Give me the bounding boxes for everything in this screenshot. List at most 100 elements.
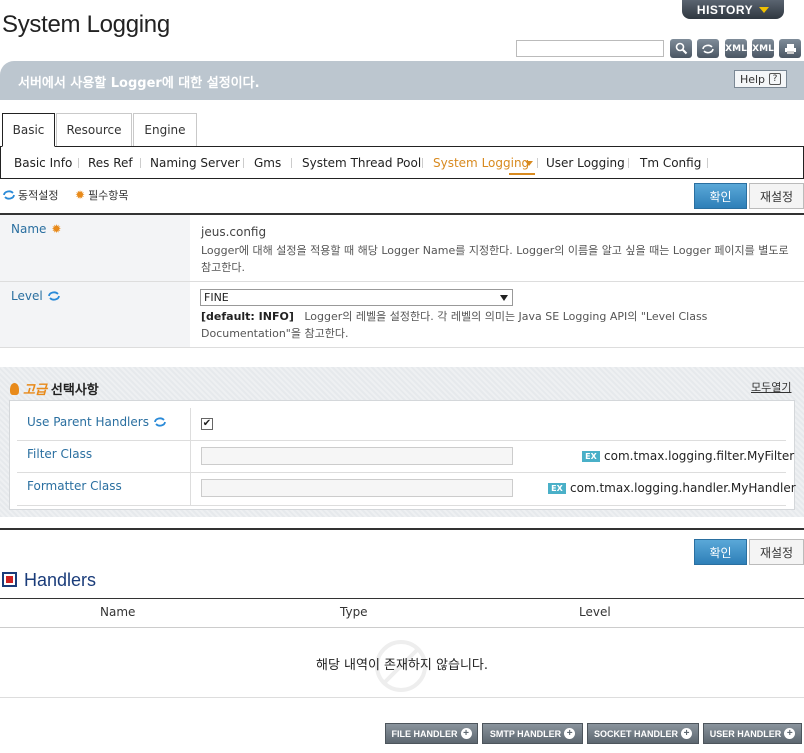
subnav-divider <box>291 158 292 168</box>
search-input[interactable] <box>516 40 664 57</box>
column-header-type: Type <box>340 605 368 619</box>
subnav-item-system-logging[interactable]: System Logging <box>433 156 529 170</box>
chevron-down-icon <box>500 294 508 301</box>
level-select[interactable]: FINE <box>200 289 513 306</box>
subnav-divider <box>707 158 708 168</box>
empty-state-message: 해당 내역이 존재하지 않습니다. <box>315 658 488 673</box>
add-socket-handler-button[interactable]: SOCKET HANDLER + <box>587 723 699 744</box>
reset-button-bottom[interactable]: 재설정 <box>749 539 804 565</box>
column-divider <box>190 408 191 440</box>
page-description: 서버에서 사용할 Logger에 대한 설정이다. <box>18 76 260 91</box>
add-icon: + <box>564 728 576 739</box>
add-smtp-handler-button[interactable]: SMTP HANDLER + <box>482 723 583 744</box>
xml-export-button[interactable]: XML <box>725 39 747 58</box>
level-selected-value: FINE <box>204 291 229 304</box>
help-button[interactable]: Help ? <box>734 70 787 88</box>
advanced-title-rest: 선택사항 <box>50 383 99 398</box>
tab-basic[interactable]: Basic <box>2 113 55 147</box>
legend-required: ✹ 필수항목 <box>75 187 129 203</box>
subnav-item-gms[interactable]: Gms <box>254 156 281 170</box>
use-parent-handlers-checkbox[interactable]: ✔ <box>201 418 213 430</box>
subnav-divider <box>140 158 141 168</box>
subnav-item-tm-config[interactable]: Tm Config <box>640 156 701 170</box>
example-icon: EX <box>548 482 566 494</box>
dynamic-setting-icon <box>154 417 166 427</box>
filter-class-input[interactable] <box>201 447 513 465</box>
filter-class-example: EX com.tmax.logging.filter.MyFilter <box>582 449 794 463</box>
example-icon: EX <box>582 450 600 462</box>
subnav-item-naming-server[interactable]: Naming Server <box>150 156 240 170</box>
chevron-down-icon <box>759 6 770 13</box>
add-icon: + <box>460 728 472 739</box>
tab-label: Engine <box>144 123 186 137</box>
name-label-text: Name <box>11 222 47 236</box>
help-label: Help <box>739 72 766 86</box>
section-divider <box>0 528 804 530</box>
add-file-handler-button[interactable]: FILE HANDLER + <box>385 723 478 744</box>
formatter-class-text: Formatter Class <box>27 479 122 493</box>
subnav-divider <box>243 158 244 168</box>
xml-import-icon: XML <box>752 43 774 54</box>
column-divider <box>190 473 191 505</box>
subnav-divider <box>422 158 423 168</box>
formatter-class-example-text: com.tmax.logging.handler.MyHandler <box>570 481 796 495</box>
subnav-item-user-logging[interactable]: User Logging <box>546 156 625 170</box>
table-bottom-border <box>0 697 804 698</box>
xml-import-button[interactable]: XML <box>752 39 774 58</box>
subnav-item-basic-info[interactable]: Basic Info <box>14 156 72 170</box>
row-divider <box>17 472 786 473</box>
formatter-class-label: Formatter Class <box>27 479 122 493</box>
question-icon: ? <box>769 73 782 85</box>
tab-resource[interactable]: Resource <box>56 113 132 146</box>
chevron-down-icon <box>525 161 533 166</box>
search-icon <box>675 42 687 55</box>
row-divider <box>0 347 804 348</box>
dynamic-setting-icon <box>3 190 15 200</box>
column-header-name: Name <box>100 605 136 619</box>
use-parent-handlers-text: Use Parent Handlers <box>27 415 149 429</box>
tab-label: Resource <box>66 123 122 137</box>
required-icon: ✹ <box>51 222 62 236</box>
level-label-text: Level <box>11 289 43 303</box>
formatter-class-example: EX com.tmax.logging.handler.MyHandler <box>548 481 796 495</box>
refresh-icon <box>702 44 714 53</box>
confirm-button-bottom[interactable]: 확인 <box>694 539 747 565</box>
print-icon <box>784 43 796 54</box>
subnav-divider <box>78 158 79 168</box>
legend-required-label: 필수항목 <box>88 189 129 202</box>
level-help: [default: INFO] Logger의 레벨을 설정한다. 각 레벨의 … <box>201 308 796 342</box>
history-button[interactable]: HISTORY <box>682 0 784 19</box>
subnav-divider <box>628 158 629 168</box>
button-label: SMTP HANDLER <box>489 728 562 739</box>
active-indicator <box>509 173 535 175</box>
search-button[interactable] <box>670 39 692 58</box>
filter-class-label: Filter Class <box>27 447 92 461</box>
tab-label: Basic <box>12 123 45 137</box>
name-value: jeus.config <box>201 225 267 239</box>
handlers-section-icon <box>2 572 17 587</box>
legend-dynamic: 동적설정 <box>3 187 58 203</box>
reset-button[interactable]: 재설정 <box>749 183 804 209</box>
confirm-button[interactable]: 확인 <box>694 183 747 209</box>
level-default-tag: [default: INFO] <box>201 310 294 323</box>
formatter-class-input[interactable] <box>201 479 513 497</box>
advanced-keyword: 고급 <box>23 383 47 398</box>
subnav-item-res-ref[interactable]: Res Ref <box>88 156 133 170</box>
button-label: USER HANDLER <box>709 728 782 739</box>
xml-export-icon: XML <box>725 43 747 54</box>
name-label: Name ✹ <box>11 222 61 236</box>
print-button[interactable] <box>779 39 801 58</box>
level-label: Level <box>11 289 60 303</box>
refresh-button[interactable] <box>697 39 719 58</box>
filter-class-text: Filter Class <box>27 447 93 461</box>
add-user-handler-button[interactable]: USER HANDLER + <box>703 723 802 744</box>
history-label: HISTORY <box>696 2 754 17</box>
subnav-item-system-thread-pool[interactable]: System Thread Pool <box>302 156 421 170</box>
tab-engine[interactable]: Engine <box>133 113 197 146</box>
filter-class-example-text: com.tmax.logging.filter.MyFilter <box>604 449 795 463</box>
column-header-level: Level <box>579 605 611 619</box>
button-label: SOCKET HANDLER <box>593 728 678 739</box>
advanced-title: 고급 선택사항 <box>10 379 99 398</box>
expand-all-link[interactable]: 모두열기 <box>751 379 791 395</box>
page-title: System Logging <box>2 11 170 38</box>
